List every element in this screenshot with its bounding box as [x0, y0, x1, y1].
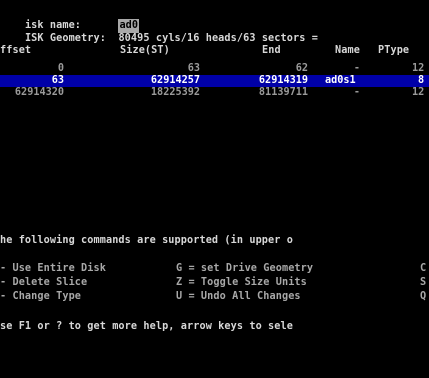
table-row[interactable]: 62914320 18225392 81139711 - 12: [0, 87, 429, 99]
row-ptype: 12: [412, 87, 425, 98]
command-delete-slice: - Delete Slice: [0, 277, 88, 288]
column-header-offset: ffset: [0, 45, 32, 56]
disk-geometry-line: ISK Geometry: 80495 cyls/16 heads/63 sec…: [0, 18, 318, 44]
fdisk-terminal-screen: isk name: ad0 ISK Geometry: 80495 cyls/1…: [0, 0, 429, 378]
row-end: 81139711: [258, 87, 308, 98]
row-size: 63: [187, 63, 200, 74]
column-header-size: Size(ST): [120, 45, 170, 56]
command-c: C: [420, 263, 427, 274]
command-use-entire-disk: - Use Entire Disk: [0, 263, 106, 274]
row-offset: 62914320: [14, 87, 64, 98]
disk-geometry-label: ISK Geometry:: [24, 33, 106, 44]
row-name: ad0s1: [325, 75, 356, 86]
table-row-selected[interactable]: 63 62914257 62914319 ad0s1 8: [0, 75, 429, 87]
commands-row-2: - Delete Slice Z = Toggle Size Units S: [0, 276, 429, 290]
row-offset: 0: [57, 63, 64, 74]
row-name: -: [353, 63, 360, 74]
row-ptype: 12: [412, 63, 425, 74]
commands-intro: he following commands are supported (in …: [0, 235, 293, 246]
command-change-type: - Change Type: [0, 291, 82, 302]
command-toggle-size-units: Z = Toggle Size Units: [176, 277, 307, 288]
row-ptype: 8: [418, 75, 425, 86]
row-name: -: [353, 87, 360, 98]
disk-name-line: isk name: ad0: [0, 5, 140, 33]
column-header-end: End: [262, 45, 281, 56]
row-offset: 63: [51, 75, 64, 86]
command-set-drive-geometry: G = set Drive Geometry: [176, 263, 314, 274]
command-s: S: [420, 277, 427, 288]
command-q: Q: [420, 291, 427, 302]
column-header-ptype: PType: [378, 45, 410, 56]
table-row[interactable]: 0 63 62 - 12: [0, 63, 429, 75]
help-line: se F1 or ? to get more help, arrow keys …: [0, 321, 293, 332]
row-size: 18225392: [150, 87, 200, 98]
commands-row-1: - Use Entire Disk G = set Drive Geometry…: [0, 262, 429, 276]
row-end: 62914319: [258, 75, 308, 86]
row-end: 62: [295, 63, 308, 74]
column-header-name: Name: [335, 45, 360, 56]
disk-geometry-value: 80495 cyls/16 heads/63 sectors =: [118, 33, 318, 44]
commands-row-3: - Change Type U = Undo All Changes Q: [0, 290, 429, 304]
row-size: 62914257: [150, 75, 200, 86]
table-header: ffset Size(ST) End Name PType: [0, 44, 429, 58]
command-undo-all-changes: U = Undo All Changes: [176, 291, 301, 302]
